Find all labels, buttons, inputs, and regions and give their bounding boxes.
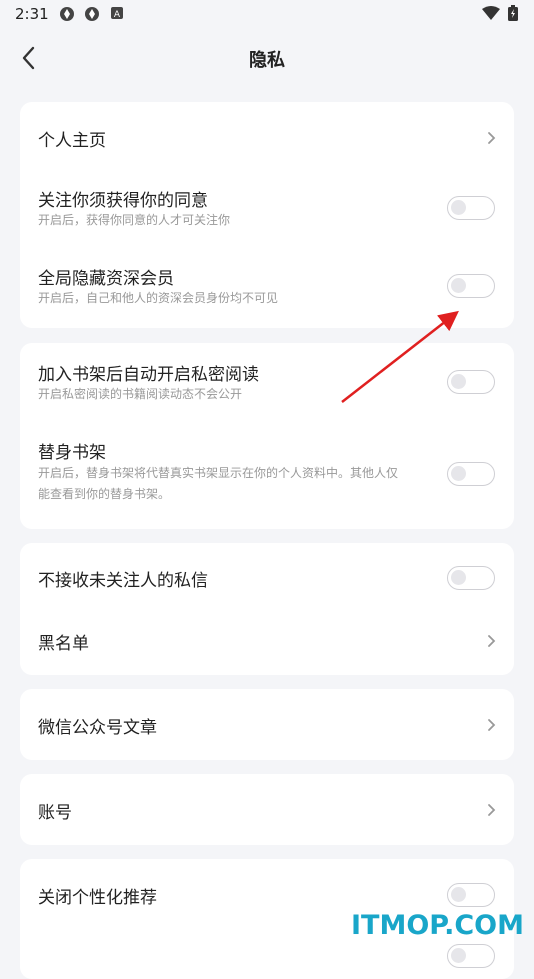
homepage-label: 个人主页 <box>38 131 106 151</box>
battery-icon <box>508 5 518 21</box>
hide-member-row: 全局隐藏资深会员 开启后，自己和他人的资深会员身份均不可见 <box>20 250 514 328</box>
notification-icon <box>60 7 74 21</box>
no-dm-row: 不接收未关注人的私信 <box>20 543 514 609</box>
notification-icon-2 <box>85 7 99 21</box>
toggle-knob <box>451 374 466 389</box>
private-read-row: 加入书架后自动开启私密阅读 开启私密阅读的书籍阅读动态不会公开 <box>20 343 514 421</box>
toggle-knob <box>451 278 466 293</box>
no-dm-label: 不接收未关注人的私信 <box>38 571 208 591</box>
no-dm-toggle[interactable] <box>447 566 495 590</box>
personalization-toggle[interactable] <box>447 883 495 907</box>
toggle-knob <box>451 887 466 902</box>
follow-consent-row: 关注你须获得你的同意 开启后，获得你同意的人才可关注你 <box>20 172 514 250</box>
next-row-toggle[interactable] <box>447 944 495 968</box>
privacy-group-messages: 不接收未关注人的私信 黑名单 <box>20 543 514 675</box>
chevron-right-icon <box>488 132 496 144</box>
hide-member-toggle[interactable] <box>447 274 495 298</box>
toggle-knob <box>451 570 466 585</box>
wechat-article-card[interactable]: 微信公众号文章 <box>20 689 514 760</box>
app-notification-icon: A <box>111 7 123 20</box>
personalization-label: 关闭个性化推荐 <box>38 888 157 908</box>
hide-member-label: 全局隐藏资深会员 <box>38 269 174 289</box>
follow-consent-desc: 开启后，获得你同意的人才可关注你 <box>38 213 231 227</box>
page-title: 隐私 <box>249 50 285 71</box>
homepage-row[interactable]: 个人主页 <box>20 102 514 172</box>
status-time: 2:31 <box>15 5 49 23</box>
svg-text:A: A <box>114 10 121 20</box>
privacy-group-profile: 个人主页 关注你须获得你的同意 开启后，获得你同意的人才可关注你 全局隐藏资深会… <box>20 102 514 328</box>
chevron-right-icon <box>488 804 496 816</box>
app-header: 隐私 <box>0 36 534 82</box>
wechat-article-label: 微信公众号文章 <box>38 718 157 738</box>
private-read-label: 加入书架后自动开启私密阅读 <box>38 365 259 385</box>
alt-shelf-desc-line2: 能查看到你的替身书架。 <box>38 487 171 501</box>
hide-member-desc: 开启后，自己和他人的资深会员身份均不可见 <box>38 291 279 305</box>
follow-consent-toggle[interactable] <box>447 196 495 220</box>
alt-shelf-label: 替身书架 <box>38 443 106 463</box>
blacklist-label: 黑名单 <box>38 634 89 654</box>
toggle-knob <box>451 948 466 963</box>
wifi-icon <box>482 6 500 20</box>
alt-shelf-desc-line1: 开启后，替身书架将代替真实书架显示在你的个人资料中。其他人仅 <box>38 466 399 480</box>
account-label: 账号 <box>38 803 72 823</box>
blacklist-row[interactable]: 黑名单 <box>20 609 514 675</box>
account-card[interactable]: 账号 <box>20 774 514 845</box>
watermark: ITMOP.COM <box>350 910 524 941</box>
privacy-group-bookshelf: 加入书架后自动开启私密阅读 开启私密阅读的书籍阅读动态不会公开 替身书架 开启后… <box>20 343 514 529</box>
follow-consent-label: 关注你须获得你的同意 <box>38 191 208 211</box>
status-bar: 2:31 A <box>0 0 534 28</box>
toggle-knob <box>451 200 466 215</box>
alt-shelf-row: 替身书架 开启后，替身书架将代替真实书架显示在你的个人资料中。其他人仅 能查看到… <box>20 421 514 529</box>
alt-shelf-toggle[interactable] <box>447 462 495 486</box>
private-read-desc: 开启私密阅读的书籍阅读动态不会公开 <box>38 387 243 401</box>
chevron-right-icon <box>488 719 496 731</box>
chevron-right-icon <box>488 635 496 647</box>
private-read-toggle[interactable] <box>447 370 495 394</box>
toggle-knob <box>451 466 466 481</box>
